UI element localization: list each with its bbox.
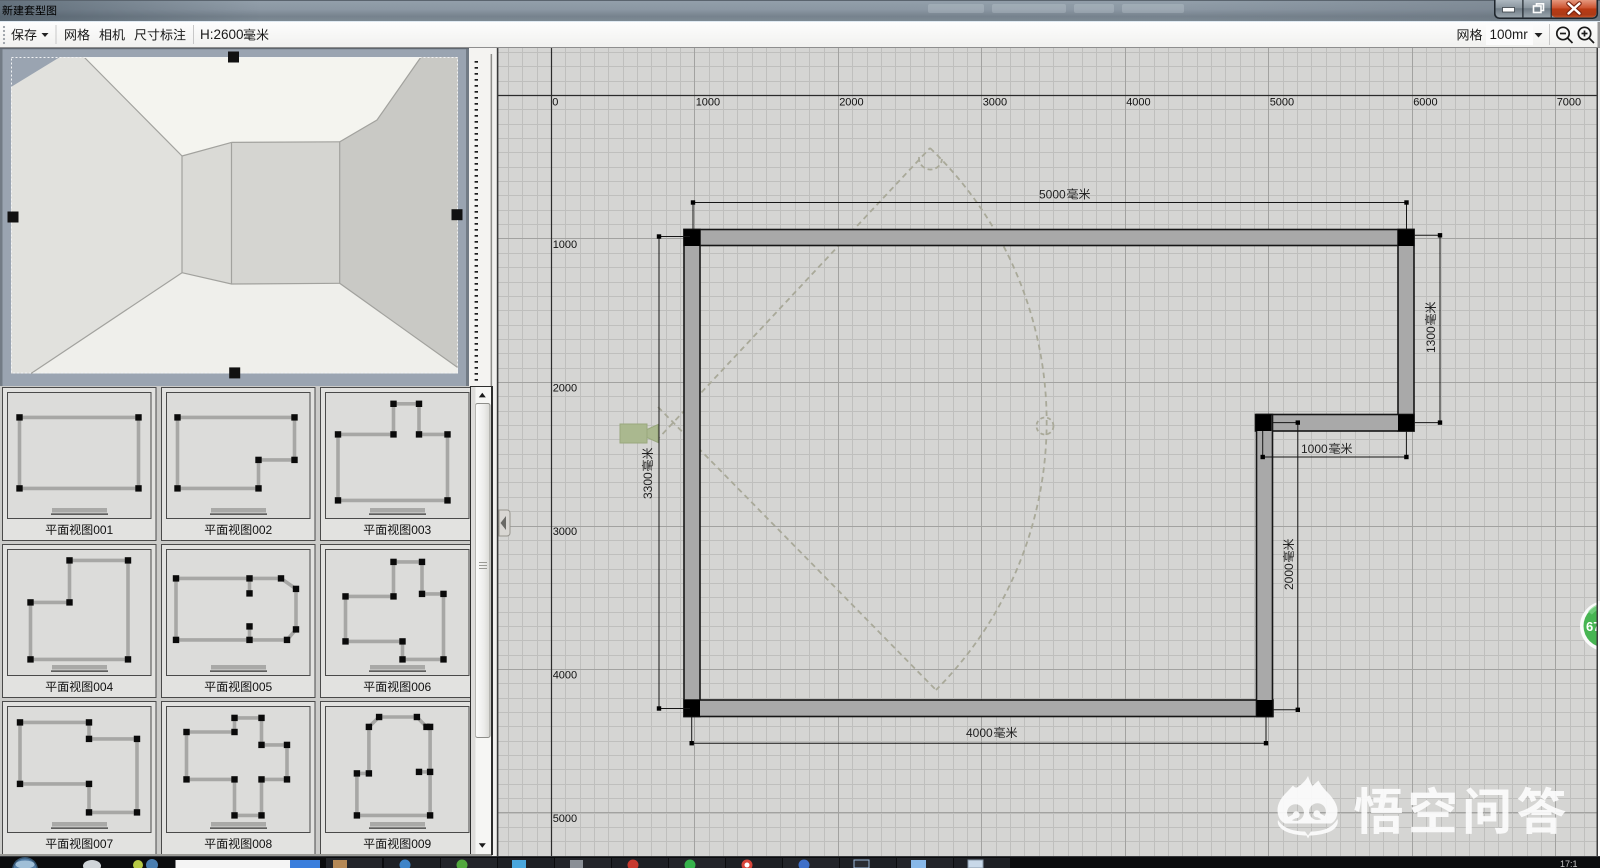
svg-text:H:2600: H:2600 [200,27,244,42]
svg-text:2000: 2000 [839,97,863,109]
svg-text:4000: 4000 [966,726,993,740]
svg-text:2000: 2000 [553,383,577,395]
svg-text:1000: 1000 [696,97,720,109]
svg-text:006: 006 [411,680,431,694]
svg-text:1300: 1300 [1424,326,1438,353]
svg-text:002: 002 [252,523,272,537]
svg-text:1000: 1000 [553,239,577,251]
svg-text:5000: 5000 [1039,188,1066,202]
svg-text:009: 009 [411,837,431,851]
svg-text:7000: 7000 [1557,97,1581,109]
svg-text:5000: 5000 [1270,97,1294,109]
svg-text:3000: 3000 [983,97,1007,109]
svg-text:004: 004 [93,680,113,694]
svg-text:001: 001 [93,523,113,537]
svg-text:2000: 2000 [1282,563,1296,590]
svg-text:3000: 3000 [553,526,577,538]
svg-text:5000: 5000 [553,813,577,825]
svg-text:0: 0 [552,97,558,109]
svg-text:17:1: 17:1 [1560,859,1578,868]
svg-text:4000: 4000 [553,670,577,682]
svg-text:1000: 1000 [1301,442,1328,456]
svg-text:005: 005 [252,680,272,694]
svg-text:007: 007 [93,837,113,851]
svg-text:4000: 4000 [1126,97,1150,109]
svg-text:100mr: 100mr [1490,27,1529,42]
svg-text:6000: 6000 [1413,97,1437,109]
svg-text:003: 003 [411,523,431,537]
svg-text:3300: 3300 [641,472,655,499]
svg-text:008: 008 [252,837,272,851]
